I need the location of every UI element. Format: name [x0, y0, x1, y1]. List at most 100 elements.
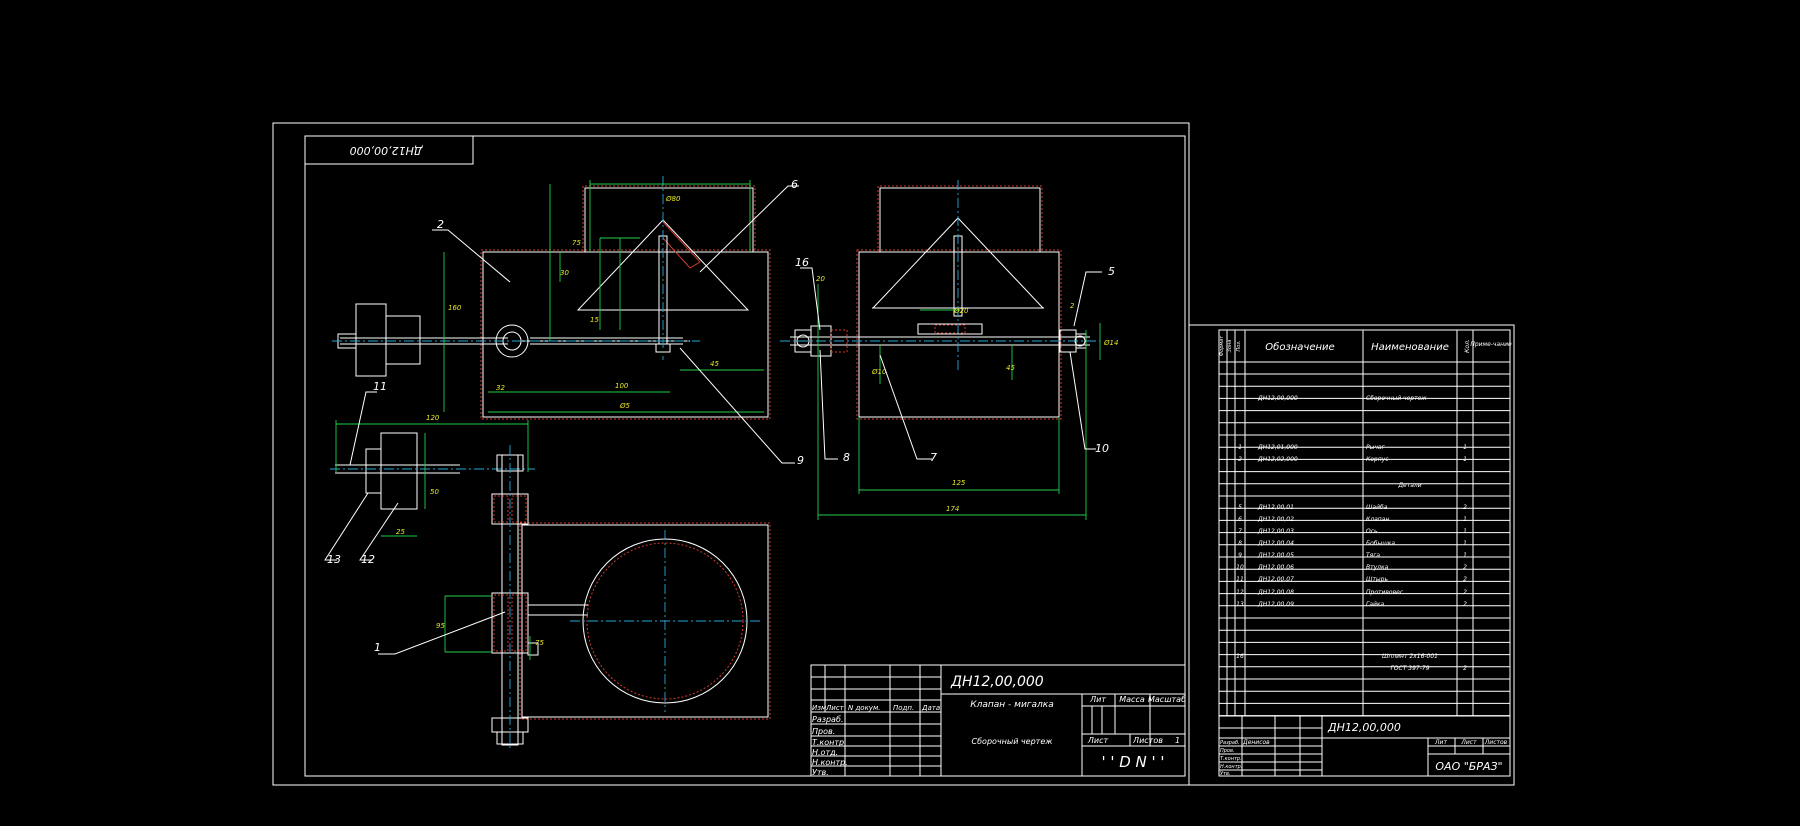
title-name: Клапан - мигалка [970, 700, 1054, 710]
spec-cell-designation: ДН12,00,04 [1257, 540, 1294, 547]
spec-listov: Листов [1484, 739, 1508, 746]
front-view: Ø80 75 160 30 15 100 Ø5 45 32 [332, 176, 771, 420]
svg-text:75: 75 [572, 239, 581, 247]
hdr-podp: Подп. [893, 704, 914, 712]
spec-cell-designation: ДН12,00,000 [1257, 395, 1298, 402]
spec-cell-name: Клапан [1366, 516, 1389, 523]
spec-cell-name: Корпус [1366, 456, 1389, 463]
role-tkontr: Т.контр. [812, 738, 847, 747]
leader-12: 12 [361, 553, 375, 566]
spec-cell-qty: 2 [1463, 564, 1467, 571]
spec-cell-name: Втулка [1366, 564, 1389, 571]
hdr-data: Дата [921, 704, 940, 712]
svg-text:15: 15 [590, 316, 599, 324]
svg-text:100: 100 [615, 382, 629, 390]
spec-cell-qty: 1 [1463, 456, 1467, 463]
listov-value: 1 [1175, 736, 1180, 745]
svg-text:75: 75 [535, 639, 544, 647]
spec-cell-pos: 1 [1238, 444, 1242, 451]
svg-text:20: 20 [816, 275, 825, 283]
spec-cell-pos: 11 [1236, 576, 1244, 583]
counterweight-detail: 120 25 50 [330, 414, 535, 537]
role-prov: Пров. [812, 727, 835, 736]
leader-1: 1 [374, 641, 381, 654]
spec-cell-qty: 2 [1463, 576, 1467, 583]
spec-cell-name: Тяга [1366, 552, 1380, 559]
spec-cell-name: Детали [1397, 482, 1421, 489]
role-razrab: Разраб. [812, 715, 843, 724]
spec-cell-designation: ДН12,02,000 [1257, 456, 1298, 463]
masshtab-label: Масштаб [1148, 695, 1186, 704]
spec-sheet: Обозначение Наименование Кол. Приме-чани… [1188, 324, 1515, 786]
listov-label: Листов [1132, 736, 1163, 745]
svg-text:25: 25 [396, 528, 405, 536]
spec-role-2: Т.контр. [1220, 756, 1242, 762]
spec-hdr-pos: Поз. [1236, 340, 1242, 351]
spec-cell-designation: ДН12,00,03 [1257, 528, 1294, 535]
svg-text:45: 45 [1006, 364, 1015, 372]
hdr-izm: Изм [812, 704, 827, 712]
leader-6: 6 [791, 178, 798, 191]
spec-cell-pos: 5 [1238, 504, 1242, 511]
spec-lit: Лит [1434, 739, 1447, 746]
spec-cell-designation: ДН12,00,01 [1257, 504, 1294, 511]
spec-cell-pos: 8 [1238, 540, 1242, 547]
spec-hdr-note: Приме-чание [1470, 341, 1512, 348]
plan-view: 95 75 [436, 445, 771, 750]
leader-2: 2 [437, 218, 444, 231]
spec-cell-name: Сборочный чертеж [1366, 395, 1427, 402]
svg-text:2: 2 [1070, 302, 1075, 310]
spec-cell-designation: ДН12,00,05 [1257, 552, 1294, 559]
spec-list: Лист [1460, 739, 1477, 746]
leader-numbers: 1 2 5 6 7 8 9 10 11 12 13 16 [327, 178, 1115, 654]
spec-cell-designation: ДН12,00,09 [1257, 601, 1294, 608]
rotated-code-box: ДН12,00,000 [304, 135, 474, 165]
spec-cell-qty: 1 [1463, 444, 1467, 451]
spec-cell-designation: ДН12,00,07 [1257, 576, 1294, 583]
leader-13: 13 [327, 553, 341, 566]
side-view: 125 174 20 Ø20 2 Ø14 Ø10 45 [780, 180, 1118, 520]
lit-label: Лит [1089, 695, 1106, 704]
spec-cell-name: Гайка [1366, 601, 1385, 608]
svg-text:50: 50 [430, 488, 439, 496]
spec-cell-qty: 1 [1463, 552, 1467, 559]
list-label: Лист [1087, 736, 1109, 745]
spec-cell-qty: 2 [1463, 601, 1467, 608]
spec-cell-name: Шайба [1366, 504, 1388, 511]
svg-text:30: 30 [560, 269, 569, 277]
leader-7: 7 [930, 451, 937, 464]
cad-drawing-canvas: ДН12,00,000 Ø80 75 160 30 15 100 Ø5 45 3… [272, 122, 1515, 786]
svg-text:45: 45 [710, 360, 719, 368]
leader-5: 5 [1108, 265, 1115, 278]
spec-cell-qty: 2 [1463, 504, 1467, 511]
spec-cell-name: Ось [1366, 528, 1378, 535]
leader-8: 8 [843, 451, 850, 464]
spec-cell-name: Рычаг [1366, 444, 1386, 451]
spec-role-1: Пров. [1220, 748, 1235, 754]
svg-text:160: 160 [448, 304, 462, 312]
spec-cell-pos: 2 [1238, 456, 1242, 463]
svg-text:Ø20: Ø20 [953, 307, 969, 315]
svg-text:120: 120 [426, 414, 440, 422]
hdr-list: Лист [825, 704, 845, 712]
leader-lines [324, 185, 1102, 655]
sheet-inner-frame [304, 135, 1186, 777]
spec-cell-qty: 1 [1463, 528, 1467, 535]
svg-text:32: 32 [496, 384, 505, 392]
svg-text:95: 95 [436, 622, 445, 630]
spec-company: ОАО "БРАЗ" [1435, 760, 1502, 773]
logo-text: ' ' D N ' ' [1101, 753, 1164, 771]
spec-cell-name: Противовес [1366, 589, 1404, 596]
spec-cell-pos: 9 [1238, 552, 1242, 559]
spec-cell-qty: 2 [1463, 665, 1467, 672]
spec-hdr-designation: Обозначение [1265, 341, 1334, 353]
spec-role-0: Разраб. [1220, 740, 1240, 746]
spec-cell-name: ГОСТ 397-79 [1390, 665, 1429, 672]
spec-stamp-code: ДН12,00,000 [1327, 721, 1401, 734]
leader-16: 16 [795, 256, 809, 269]
rotated-code: ДН12,00,000 [350, 144, 424, 157]
spec-author: Денисов [1242, 739, 1270, 746]
spec-cell-pos: 10 [1236, 564, 1244, 571]
spec-cell-name: Штырь [1366, 576, 1388, 583]
svg-text:125: 125 [952, 479, 966, 487]
